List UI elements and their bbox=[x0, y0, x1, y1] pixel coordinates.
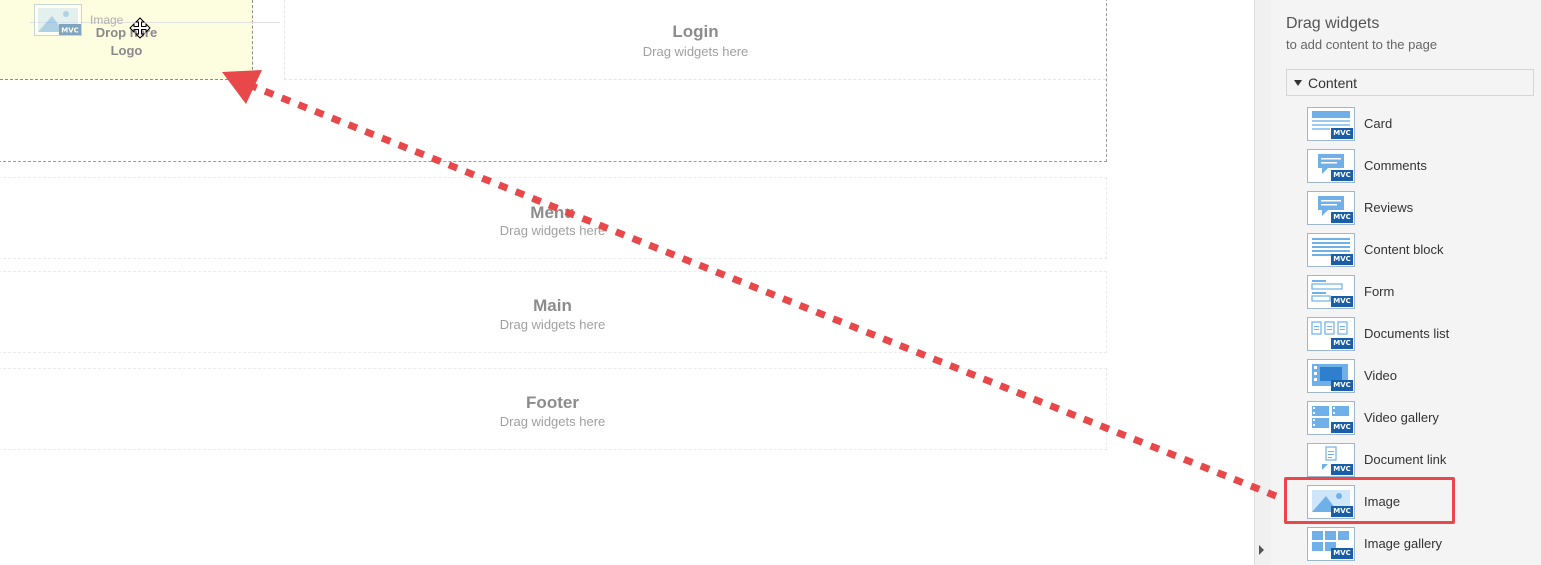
widget-documents-list[interactable]: MVC Documents list bbox=[1307, 317, 1507, 351]
widget-reviews[interactable]: MVC Reviews bbox=[1307, 191, 1507, 225]
video-icon: MVC bbox=[1307, 359, 1355, 393]
widget-form[interactable]: MVC Form bbox=[1307, 275, 1507, 309]
widget-label: Video bbox=[1364, 368, 1398, 383]
category-label: Content bbox=[1308, 75, 1358, 91]
main-zone[interactable]: Main Drag widgets here bbox=[0, 271, 1107, 353]
widget-card[interactable]: MVC Card bbox=[1307, 107, 1507, 141]
image-widget-icon: MVC bbox=[34, 4, 82, 41]
video-gallery-icon: MVC bbox=[1307, 401, 1355, 435]
widget-label: Content block bbox=[1364, 242, 1444, 257]
widget-label: Video gallery bbox=[1364, 410, 1439, 425]
panel-subtitle: to add content to the page bbox=[1286, 37, 1438, 52]
category-content-toggle[interactable]: Content bbox=[1286, 69, 1534, 96]
widget-comments[interactable]: MVC Comments bbox=[1307, 149, 1507, 183]
caret-down-icon bbox=[1294, 80, 1302, 86]
menu-zone-hint: Drag widgets here bbox=[499, 223, 606, 238]
widget-video-gallery[interactable]: MVC Video gallery bbox=[1307, 401, 1507, 435]
dragged-image-widget[interactable]: MVC Image bbox=[30, 2, 280, 36]
documents-list-icon: MVC bbox=[1307, 317, 1355, 351]
footer-zone[interactable]: Footer Drag widgets here bbox=[0, 368, 1107, 450]
widget-document-link[interactable]: MVC Document link bbox=[1307, 443, 1507, 477]
main-zone-title: Main bbox=[533, 296, 572, 315]
reviews-icon: MVC bbox=[1307, 191, 1355, 225]
content-block-icon: MVC bbox=[1307, 233, 1355, 267]
widget-label: Image gallery bbox=[1364, 536, 1443, 551]
login-zone-hint: Drag widgets here bbox=[642, 44, 749, 59]
widget-label: Form bbox=[1364, 284, 1395, 299]
footer-zone-title: Footer bbox=[526, 393, 579, 412]
card-icon: MVC bbox=[1307, 107, 1355, 141]
widget-label: Documents list bbox=[1364, 326, 1450, 341]
form-icon: MVC bbox=[1307, 275, 1355, 309]
menu-zone-title: Menu bbox=[530, 203, 575, 222]
page-canvas: Drop here Logo MVC Image Login Drag widg… bbox=[0, 0, 1254, 565]
main-zone-hint: Drag widgets here bbox=[499, 317, 606, 332]
menu-zone[interactable]: Menu Drag widgets here bbox=[0, 177, 1107, 259]
footer-zone-hint: Drag widgets here bbox=[499, 414, 606, 429]
comments-icon: MVC bbox=[1307, 149, 1355, 183]
collapse-arrow-icon[interactable] bbox=[1259, 545, 1264, 555]
move-cursor-icon bbox=[129, 17, 151, 44]
document-link-icon: MVC bbox=[1307, 443, 1355, 477]
widget-label: Document link bbox=[1364, 452, 1447, 467]
widget-label: Comments bbox=[1364, 158, 1427, 173]
image-gallery-icon: MVC bbox=[1307, 527, 1355, 561]
widget-label: Reviews bbox=[1364, 200, 1414, 215]
panel-title: Drag widgets bbox=[1286, 15, 1380, 32]
image-widget-highlight bbox=[1284, 477, 1455, 524]
widget-content-block[interactable]: MVC Content block bbox=[1307, 233, 1507, 267]
svg-text:MVC: MVC bbox=[61, 27, 79, 35]
widget-image-gallery[interactable]: MVC Image gallery bbox=[1307, 527, 1507, 561]
dragged-widget-label: Image bbox=[90, 13, 124, 27]
widget-video[interactable]: MVC Video bbox=[1307, 359, 1507, 393]
panel-collapse-gutter[interactable] bbox=[1254, 0, 1271, 565]
login-zone-title: Login bbox=[672, 22, 719, 41]
widget-label: Card bbox=[1364, 116, 1393, 131]
login-zone[interactable]: Login Drag widgets here bbox=[284, 0, 1106, 80]
